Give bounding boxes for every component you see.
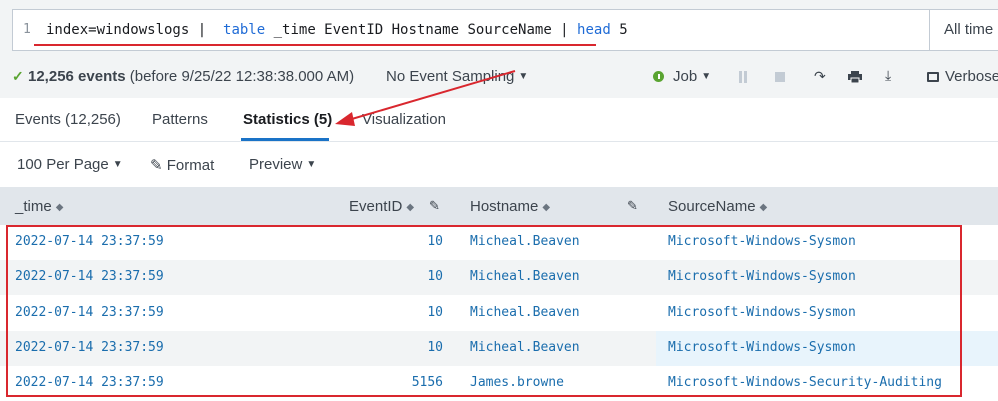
annotation-arrow — [335, 70, 516, 126]
